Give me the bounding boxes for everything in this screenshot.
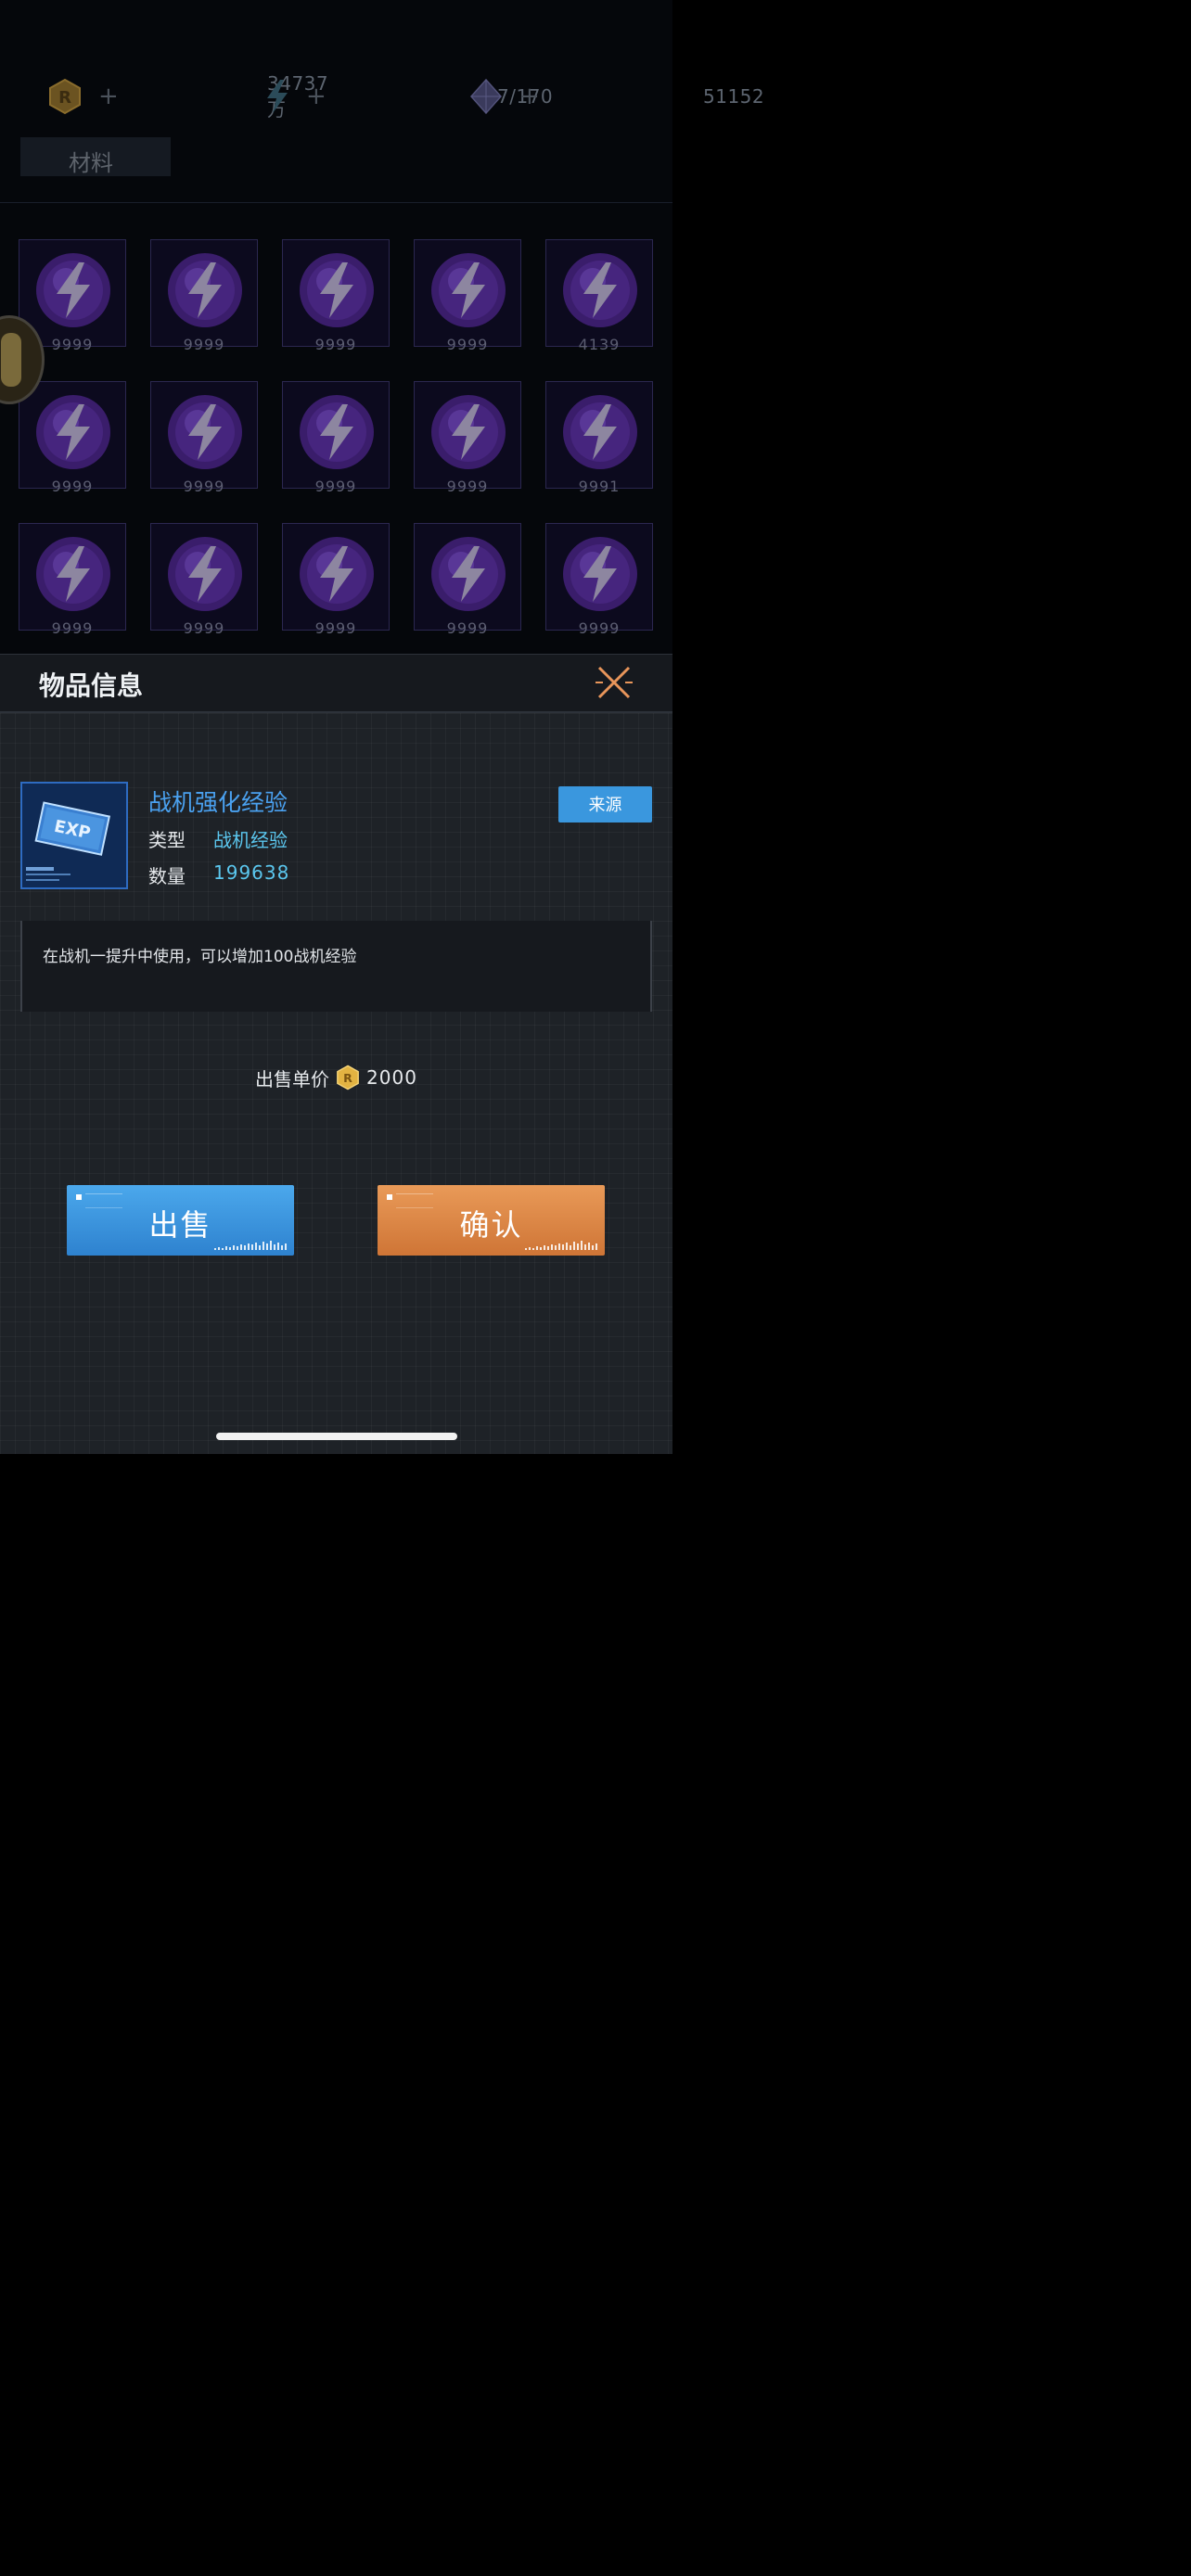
energy-orb-icon [168, 537, 242, 611]
button-deco [387, 1194, 392, 1200]
item-slot[interactable]: 9999 [282, 523, 390, 637]
item-slot[interactable]: 9999 [414, 239, 521, 353]
item-count: 9999 [314, 336, 357, 353]
lightning-icon [267, 80, 288, 113]
item-count: 4139 [578, 336, 621, 353]
energy-resource: 7/170 + [263, 78, 553, 115]
energy-orb-icon [431, 395, 506, 469]
energy-orb-icon [563, 253, 637, 327]
button-deco [76, 1194, 82, 1200]
energy-orb-icon [168, 253, 242, 327]
crystal-value: 51152 [703, 85, 765, 108]
description-box: 在战机一提升中使用，可以增加100战机经验 [20, 921, 652, 1012]
item-slot[interactable]: 4139 [545, 239, 653, 353]
tab-materials[interactable]: 材料 [20, 137, 171, 176]
svg-text:R: R [58, 88, 71, 108]
item-slot[interactable]: 9999 [19, 381, 126, 495]
sell-button[interactable]: 出售 [67, 1185, 294, 1256]
exp-card-icon: EXP [22, 784, 126, 887]
item-count: 9999 [446, 336, 489, 353]
description-text: 在战机一提升中使用，可以增加100战机经验 [43, 948, 357, 966]
gold-coin-icon: R [337, 1065, 359, 1090]
gold-resource: R 34737万 + [46, 72, 328, 121]
sell-price: 出售单价 R 2000 [0, 1062, 672, 1093]
item-slot[interactable]: 9999 [414, 381, 521, 495]
svg-text:R: R [343, 1071, 352, 1085]
quantity-value: 199638 [213, 861, 290, 884]
energy-orb-icon [300, 537, 374, 611]
close-icon[interactable] [594, 662, 634, 703]
energy-orb-icon [563, 537, 637, 611]
item-count: 9999 [578, 619, 621, 637]
energy-orb-icon [431, 537, 506, 611]
item-count: 9999 [183, 336, 225, 353]
item-count: 9999 [51, 478, 94, 495]
source-button[interactable]: 来源 [558, 786, 652, 823]
tab-materials-label: 材料 [69, 150, 113, 176]
sell-button-label: 出售 [148, 1208, 212, 1242]
item-slot[interactable]: 9991 [545, 381, 653, 495]
energy-orb-icon [36, 537, 110, 611]
item-count: 9999 [51, 619, 94, 637]
type-value: 战机经验 [213, 829, 288, 851]
add-gold-button[interactable]: + [98, 84, 119, 108]
inventory-background: R 34737万 + 7/170 + 51152 + 材料 9999 9999 99… [0, 0, 764, 654]
item-count: 9999 [314, 478, 357, 495]
item-slot[interactable]: 9999 [282, 239, 390, 353]
panel-header: 物品信息 [0, 654, 672, 713]
item-thumbnail: EXP [20, 782, 128, 889]
energy-orb-icon [168, 395, 242, 469]
quantity-label: 数量 [148, 865, 186, 887]
item-slot[interactable]: 9999 [19, 523, 126, 637]
item-name: 战机强化经验 [148, 789, 288, 816]
assistant-icon [1, 333, 21, 387]
energy-orb-icon [300, 395, 374, 469]
divider [0, 191, 672, 203]
panel-title: 物品信息 [39, 670, 144, 701]
item-slot[interactable]: 9999 [545, 523, 653, 637]
confirm-button-label: 确认 [459, 1208, 523, 1242]
type-label: 类型 [148, 829, 186, 851]
item-count: 9999 [183, 478, 225, 495]
item-count: 9999 [314, 619, 357, 637]
home-indicator[interactable] [216, 1433, 457, 1440]
add-crystal-button[interactable]: + [519, 84, 540, 108]
energy-orb-icon [36, 253, 110, 327]
item-count: 9991 [578, 478, 621, 495]
item-count: 9999 [446, 619, 489, 637]
energy-orb-icon [431, 253, 506, 327]
energy-orb-icon [36, 395, 110, 469]
item-count: 9999 [183, 619, 225, 637]
item-slot[interactable]: 9999 [150, 239, 258, 353]
crystal-icon [469, 78, 503, 115]
item-slot[interactable]: 9999 [414, 523, 521, 637]
gold-coin-icon: R [49, 78, 81, 115]
item-info-panel: 物品信息 EXP 战机强化经验 类型 战机经验 数量 199638 来源 在战机… [0, 654, 672, 1454]
item-slot[interactable]: 9999 [150, 523, 258, 637]
energy-orb-icon [563, 395, 637, 469]
item-slot[interactable]: 9999 [282, 381, 390, 495]
energy-orb-icon [300, 253, 374, 327]
price-label: 出售单价 [255, 1067, 330, 1090]
item-count: 9999 [446, 478, 489, 495]
add-energy-button[interactable]: + [306, 84, 327, 108]
confirm-button[interactable]: 确认 [378, 1185, 605, 1256]
price-value: 2000 [366, 1066, 417, 1089]
item-slot[interactable]: 9999 [150, 381, 258, 495]
crystal-resource: 51152 + [467, 78, 764, 115]
